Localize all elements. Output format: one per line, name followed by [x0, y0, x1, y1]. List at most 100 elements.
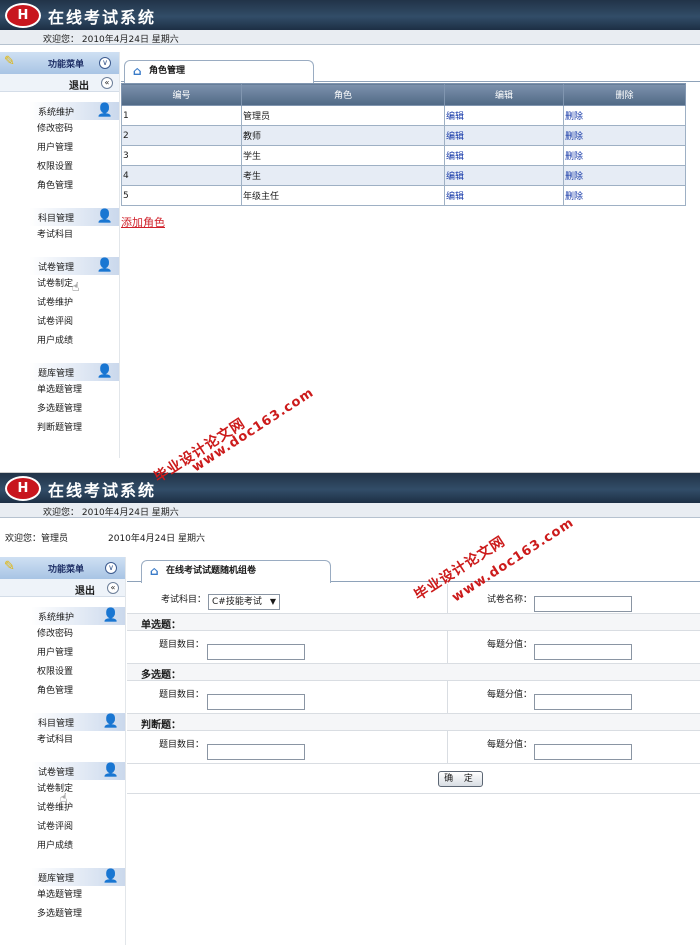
multiple-score-input[interactable]: [534, 694, 632, 710]
multiple-count-input[interactable]: [207, 694, 305, 710]
edit-link[interactable]: 编辑: [446, 152, 464, 162]
home-icon: ⌂: [150, 564, 159, 578]
sidebar-item-paper-review[interactable]: 试卷评阅: [0, 313, 119, 332]
menu-group-header[interactable]: 题库管理 👤: [0, 868, 125, 886]
logout-row: 退出 «: [0, 579, 125, 597]
truefalse-count-input[interactable]: [207, 744, 305, 760]
tab-label: 在线考试试题随机组卷: [166, 566, 257, 576]
cell-role: 年级主任: [241, 185, 445, 206]
sidebar-item-paper-review[interactable]: 试卷评阅: [0, 818, 125, 837]
function-menu-header[interactable]: ✎ 功能菜单 ∨: [0, 52, 119, 74]
menu-group-header[interactable]: 科目管理 👤: [0, 713, 125, 731]
sidebar-item-multiple-choice[interactable]: 多选题管理: [0, 400, 119, 419]
menu-group-header[interactable]: 试卷管理 👤: [0, 257, 119, 275]
score-label: 每题分值：: [487, 690, 533, 700]
random-paper-content: ⌂ 在线考试试题随机组卷 考试科目： C#技能考试 ▼ 试卷名称： 单选题： 题…: [127, 557, 700, 945]
role-content: ⌂ 角色管理 编号 角色 编辑 删除 1 管理员 编辑 删除 2 教师 编辑 删…: [121, 57, 700, 458]
menu-group-header[interactable]: 试卷管理 👤: [0, 762, 125, 780]
menu-group-question-bank: 题库管理 👤 单选题管理 多选题管理: [0, 868, 125, 924]
subject-select[interactable]: C#技能考试 ▼: [208, 594, 280, 610]
random-paper-form: 考试科目： C#技能考试 ▼ 试卷名称： 单选题： 题目数目： 每题分值： 多选…: [127, 584, 700, 794]
sidebar-item-true-false[interactable]: 判断题管理: [0, 419, 119, 438]
delete-link[interactable]: 删除: [565, 132, 583, 142]
cell-id: 4: [121, 165, 242, 186]
tab-random-paper[interactable]: ⌂ 在线考试试题随机组卷: [141, 560, 331, 583]
function-menu-header[interactable]: ✎ 功能菜单 ∨: [0, 557, 125, 579]
dropdown-arrow-icon: ▼: [269, 597, 276, 606]
collapse-chevron-icon[interactable]: ∨: [99, 57, 111, 69]
menu-group-header[interactable]: 科目管理 👤: [0, 208, 119, 226]
sidebar-item-multiple-choice[interactable]: 多选题管理: [0, 905, 125, 924]
delete-link[interactable]: 删除: [565, 152, 583, 162]
score-label: 每题分值：: [487, 740, 533, 750]
sidebar-item-exam-subjects[interactable]: 考试科目: [0, 731, 125, 750]
double-chevron-left-icon[interactable]: «: [101, 77, 113, 89]
function-menu-title: 功能菜单: [48, 565, 85, 575]
table-row: 4 考生 编辑 删除: [121, 165, 686, 186]
menu-group-header[interactable]: 题库管理 👤: [0, 363, 119, 381]
menu-group-title: 科目管理: [38, 719, 75, 729]
form-actions: 确 定: [127, 764, 700, 794]
single-score-input[interactable]: [534, 644, 632, 660]
sidebar-item-paper-maintain[interactable]: 试卷维护: [0, 294, 119, 313]
menu-group-title: 试卷管理: [38, 768, 75, 778]
section-single-choice: 单选题：: [127, 614, 700, 631]
menu-group-title: 题库管理: [38, 369, 75, 379]
double-chevron-left-icon[interactable]: «: [107, 582, 119, 594]
tab-label: 角色管理: [149, 66, 186, 76]
sidebar-item-user-management[interactable]: 用户管理: [0, 139, 119, 158]
column-divider: [447, 584, 448, 613]
sidebar-item-permission-settings[interactable]: 权限设置: [0, 158, 119, 177]
menu-group-title: 试卷管理: [38, 263, 75, 273]
function-menu-title: 功能菜单: [48, 60, 85, 70]
sidebar-item-user-scores[interactable]: 用户成绩: [0, 837, 125, 856]
sidebar-item-paper-create[interactable]: 试卷制定: [0, 275, 119, 294]
sidebar-item-permission-settings[interactable]: 权限设置: [0, 663, 125, 682]
confirm-button[interactable]: 确 定: [438, 771, 483, 787]
user-icon: 👤: [96, 209, 113, 224]
menu-pin-icon: ✎: [4, 559, 15, 574]
section-multiple-choice: 多选题：: [127, 664, 700, 681]
edit-link[interactable]: 编辑: [446, 192, 464, 202]
screenshot-random-paper: H 在线考试系统 欢迎您： 2010年4月24日 星期六 欢迎您：管理员 201…: [0, 472, 700, 945]
sidebar-item-change-password[interactable]: 修改密码: [0, 120, 119, 139]
sidebar-item-exam-subjects[interactable]: 考试科目: [0, 226, 119, 245]
sidebar-item-change-password[interactable]: 修改密码: [0, 625, 125, 644]
delete-link[interactable]: 删除: [565, 112, 583, 122]
user-icon: 👤: [102, 869, 119, 884]
form-row-multiple: 题目数目： 每题分值：: [127, 681, 700, 714]
menu-group-subject: 科目管理 👤 考试科目: [0, 713, 125, 750]
user-icon: 👤: [102, 763, 119, 778]
delete-link[interactable]: 删除: [565, 192, 583, 202]
collapse-chevron-icon[interactable]: ∨: [105, 562, 117, 574]
sidebar-item-single-choice[interactable]: 单选题管理: [0, 381, 119, 400]
column-divider: [447, 631, 448, 663]
menu-group-title: 系统维护: [38, 613, 75, 623]
hand-cursor-icon: ☝: [60, 791, 68, 805]
edit-link[interactable]: 编辑: [446, 132, 464, 142]
sidebar-item-role-management[interactable]: 角色管理: [0, 177, 119, 196]
add-role-link[interactable]: 添加角色: [121, 214, 165, 230]
count-label: 题目数目：: [159, 740, 205, 750]
sidebar-item-single-choice[interactable]: 单选题管理: [0, 886, 125, 905]
logout-link[interactable]: 退出: [75, 582, 95, 597]
sidebar-item-role-management[interactable]: 角色管理: [0, 682, 125, 701]
paper-name-input[interactable]: [534, 596, 632, 612]
cell-id: 2: [121, 125, 242, 146]
truefalse-score-input[interactable]: [534, 744, 632, 760]
edit-link[interactable]: 编辑: [446, 112, 464, 122]
sidebar: ✎ 功能菜单 ∨ 退出 « 系统维护 👤 修改密码 用户管理 权限设置 角色管理…: [0, 52, 120, 458]
menu-group-title: 科目管理: [38, 214, 75, 224]
edit-link[interactable]: 编辑: [446, 172, 464, 182]
single-count-input[interactable]: [207, 644, 305, 660]
menu-group-header[interactable]: 系统维护 👤: [0, 102, 119, 120]
delete-link[interactable]: 删除: [565, 172, 583, 182]
tab-role-management[interactable]: ⌂ 角色管理: [124, 60, 314, 83]
table-header-row: 编号 角色 编辑 删除: [121, 83, 686, 106]
menu-group-header[interactable]: 系统维护 👤: [0, 607, 125, 625]
cell-role: 教师: [241, 125, 445, 146]
logout-link[interactable]: 退出: [69, 77, 89, 92]
app-logo: H: [5, 476, 41, 501]
sidebar-item-user-management[interactable]: 用户管理: [0, 644, 125, 663]
sidebar-item-user-scores[interactable]: 用户成绩: [0, 332, 119, 351]
